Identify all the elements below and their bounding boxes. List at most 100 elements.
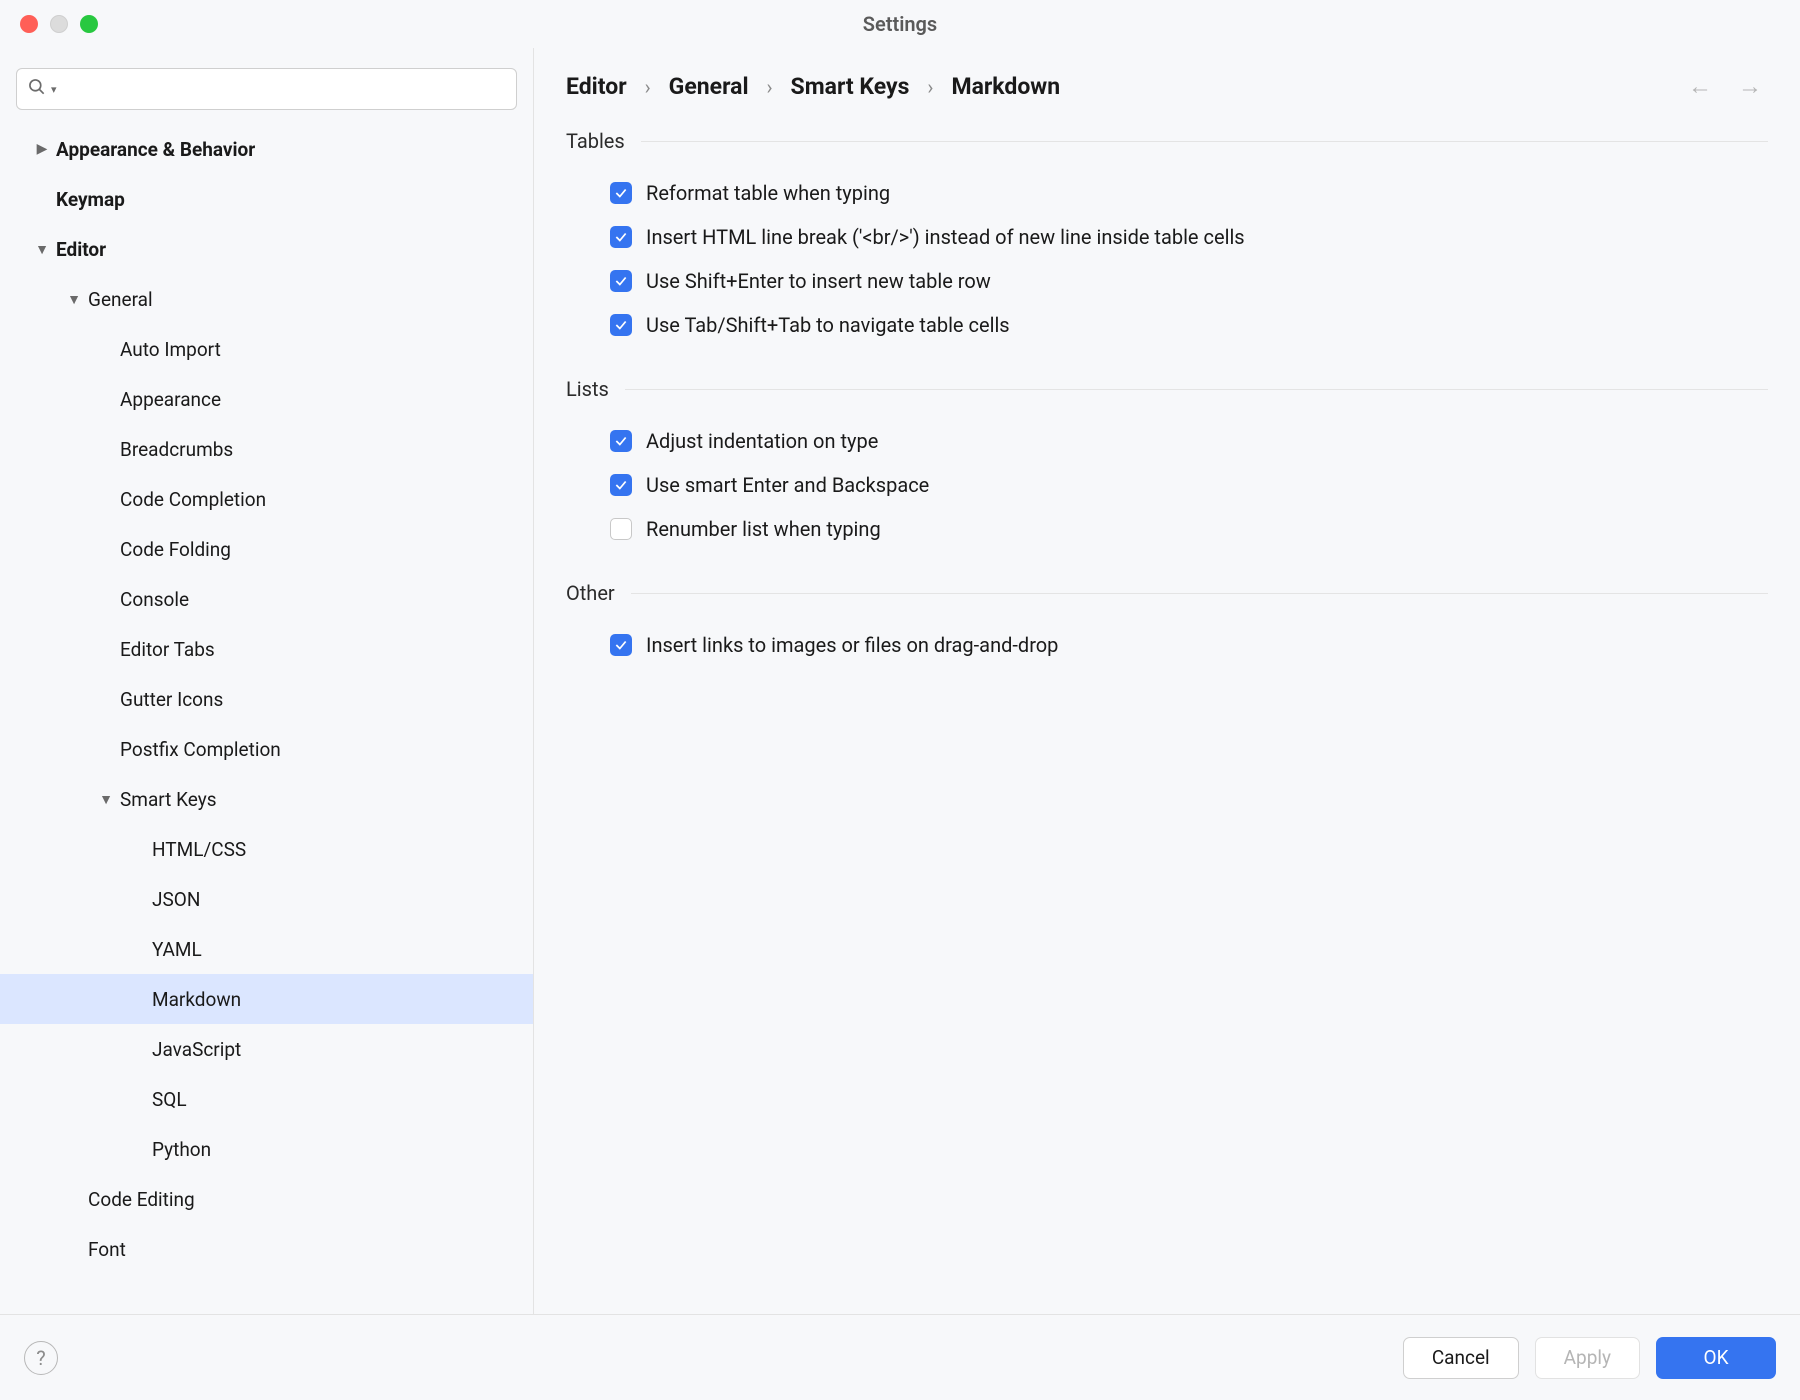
sidebar-item-label: Editor Tabs <box>120 638 215 661</box>
section-divider <box>631 593 1768 594</box>
close-window-button[interactable] <box>20 15 38 33</box>
sidebar-item-appearance[interactable]: Appearance <box>0 374 533 424</box>
chevron-icon[interactable]: ▼ <box>66 291 82 308</box>
apply-button[interactable]: Apply <box>1535 1337 1640 1379</box>
checkbox[interactable] <box>610 634 632 656</box>
search-input[interactable] <box>61 79 506 100</box>
sidebar-item-label: Postfix Completion <box>120 738 281 761</box>
sidebar-item-smart-keys[interactable]: ▼ Smart Keys <box>0 774 533 824</box>
sidebar-item-yaml[interactable]: YAML <box>0 924 533 974</box>
search-icon <box>27 77 47 102</box>
sidebar-item-html-css[interactable]: HTML/CSS <box>0 824 533 874</box>
sidebar-item-code-editing[interactable]: Code Editing <box>0 1174 533 1224</box>
window-controls <box>0 15 98 33</box>
sidebar-item-label: Python <box>152 1138 211 1161</box>
sidebar-item-postfix-completion[interactable]: Postfix Completion <box>0 724 533 774</box>
option-row[interactable]: Use smart Enter and Backspace <box>566 463 1768 507</box>
option-row[interactable]: Use Shift+Enter to insert new table row <box>566 259 1768 303</box>
sidebar-item-markdown[interactable]: Markdown <box>0 974 533 1024</box>
sidebar-item-label: SQL <box>152 1088 187 1111</box>
checkbox[interactable] <box>610 226 632 248</box>
sidebar-item-font[interactable]: Font <box>0 1224 533 1274</box>
option-row[interactable]: Insert HTML line break ('<br/>') instead… <box>566 215 1768 259</box>
settings-section-lists: Lists Adjust indentation on type Use smart… <box>566 377 1768 551</box>
chevron-right-icon: › <box>645 75 651 99</box>
settings-content: Editor›General›Smart Keys›Markdown ← → T… <box>534 48 1800 1314</box>
sidebar-item-label: Keymap <box>56 188 125 211</box>
settings-section-other: OtherInsert links to images or files on … <box>566 581 1768 667</box>
checkbox[interactable] <box>610 430 632 452</box>
sidebar-item-keymap[interactable]: Keymap <box>0 174 533 224</box>
checkbox[interactable] <box>610 518 632 540</box>
sidebar-item-label: Font <box>88 1238 126 1261</box>
history-nav: ← → <box>1688 72 1768 101</box>
sidebar-item-auto-import[interactable]: Auto Import <box>0 324 533 374</box>
search-dropdown-icon[interactable]: ▾ <box>51 83 57 96</box>
option-label: Use smart Enter and Backspace <box>646 473 929 497</box>
option-label: Adjust indentation on type <box>646 429 878 453</box>
sidebar-item-label: JavaScript <box>152 1038 241 1061</box>
section-divider <box>625 389 1768 390</box>
window-title: Settings <box>0 12 1800 36</box>
section-title: Lists <box>566 377 609 401</box>
zoom-window-button[interactable] <box>80 15 98 33</box>
sidebar-item-label: Code Completion <box>120 488 266 511</box>
sidebar-item-json[interactable]: JSON <box>0 874 533 924</box>
checkbox[interactable] <box>610 474 632 496</box>
sidebar-item-label: Breadcrumbs <box>120 438 233 461</box>
sidebar-item-sql[interactable]: SQL <box>0 1074 533 1124</box>
back-button[interactable]: ← <box>1688 72 1712 101</box>
checkbox[interactable] <box>610 314 632 336</box>
forward-button[interactable]: → <box>1738 72 1762 101</box>
titlebar: Settings <box>0 0 1800 48</box>
option-row[interactable]: Adjust indentation on type <box>566 419 1768 463</box>
option-label: Insert HTML line break ('<br/>') instead… <box>646 225 1245 249</box>
sidebar-item-appearance-behavior[interactable]: ▶Appearance & Behavior <box>0 124 533 174</box>
sidebar-item-console[interactable]: Console <box>0 574 533 624</box>
breadcrumb-item[interactable]: General <box>669 73 749 100</box>
sidebar-item-breadcrumbs[interactable]: Breadcrumbs <box>0 424 533 474</box>
chevron-icon[interactable]: ▶ <box>34 141 50 157</box>
settings-window: Settings ▾ ▶Appearance & Behavior Keymap ▼… <box>0 0 1800 1400</box>
breadcrumb: Editor›General›Smart Keys›Markdown <box>566 73 1060 100</box>
option-label: Insert links to images or files on drag-… <box>646 633 1058 657</box>
settings-tree[interactable]: ▶Appearance & Behavior Keymap ▼Editor▼Gene… <box>0 124 533 1314</box>
chevron-icon[interactable]: ▼ <box>34 241 50 258</box>
sidebar-item-label: HTML/CSS <box>152 838 246 861</box>
breadcrumb-item: Markdown <box>951 73 1060 100</box>
option-row[interactable]: Renumber list when typing <box>566 507 1768 551</box>
option-row[interactable]: Insert links to images or files on drag-… <box>566 623 1768 667</box>
option-label: Use Shift+Enter to insert new table row <box>646 269 991 293</box>
option-label: Use Tab/Shift+Tab to navigate table cell… <box>646 313 1010 337</box>
breadcrumb-item[interactable]: Editor <box>566 73 627 100</box>
sidebar-item-gutter-icons[interactable]: Gutter Icons <box>0 674 533 724</box>
sidebar-item-label: Smart Keys <box>120 788 217 811</box>
sidebar-item-editor[interactable]: ▼Editor <box>0 224 533 274</box>
help-button[interactable]: ? <box>24 1341 58 1375</box>
option-label: Reformat table when typing <box>646 181 890 205</box>
sidebar-item-code-completion[interactable]: Code Completion <box>0 474 533 524</box>
breadcrumb-item[interactable]: Smart Keys <box>791 73 910 100</box>
search-input-container[interactable]: ▾ <box>16 68 517 110</box>
dialog-footer: ? Cancel Apply OK <box>0 1314 1800 1400</box>
sidebar-item-editor-tabs[interactable]: Editor Tabs <box>0 624 533 674</box>
sidebar-item-label: Code Folding <box>120 538 231 561</box>
option-row[interactable]: Reformat table when typing <box>566 171 1768 215</box>
sidebar-item-javascript[interactable]: JavaScript <box>0 1024 533 1074</box>
checkbox[interactable] <box>610 182 632 204</box>
section-title: Tables <box>566 129 625 153</box>
option-row[interactable]: Use Tab/Shift+Tab to navigate table cell… <box>566 303 1768 347</box>
sidebar-item-label: Auto Import <box>120 338 221 361</box>
settings-sidebar: ▾ ▶Appearance & Behavior Keymap ▼Editor▼Ge… <box>0 48 534 1314</box>
chevron-icon[interactable]: ▼ <box>98 791 114 808</box>
chevron-right-icon: › <box>927 75 933 99</box>
sidebar-item-python[interactable]: Python <box>0 1124 533 1174</box>
sidebar-item-label: Gutter Icons <box>120 688 223 711</box>
sidebar-item-general[interactable]: ▼General <box>0 274 533 324</box>
minimize-window-button[interactable] <box>50 15 68 33</box>
cancel-button[interactable]: Cancel <box>1403 1337 1519 1379</box>
checkbox[interactable] <box>610 270 632 292</box>
ok-button[interactable]: OK <box>1656 1337 1776 1379</box>
settings-section-tables: Tables Reformat table when typing Insert H… <box>566 129 1768 347</box>
sidebar-item-code-folding[interactable]: Code Folding <box>0 524 533 574</box>
